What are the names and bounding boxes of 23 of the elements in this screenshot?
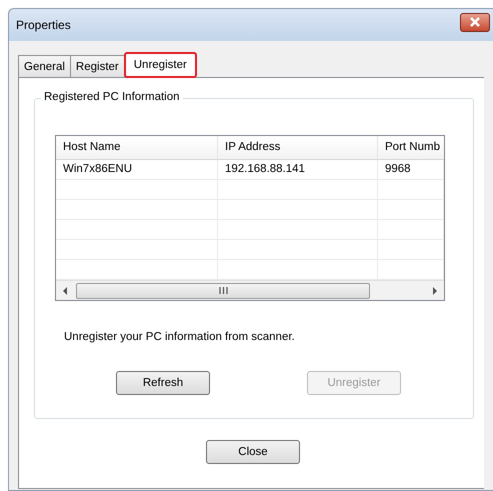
grip-icon — [218, 287, 228, 294]
tab[interactable]: Register — [70, 55, 125, 77]
column-header[interactable]: Host Name — [56, 136, 218, 160]
window-title: Properties — [16, 18, 71, 32]
horizontal-scrollbar[interactable] — [56, 280, 444, 300]
empty-table-cell — [378, 220, 444, 240]
close-icon — [468, 16, 482, 28]
close-dialog-button[interactable]: Close — [206, 440, 300, 464]
tab[interactable]: General — [18, 55, 71, 77]
scrollbar-thumb[interactable] — [76, 282, 370, 298]
table-cell: Win7x86ENU — [63, 163, 132, 175]
empty-table-cell — [378, 200, 444, 220]
table-cell: 9968 — [385, 163, 411, 175]
table-cell: 192.168.88.141 — [225, 163, 305, 175]
close-button[interactable] — [460, 12, 490, 32]
info-text: Unregister your PC information from scanner. — [64, 331, 296, 343]
right-arrow-icon[interactable] — [432, 286, 438, 294]
tab[interactable]: Unregister — [124, 52, 197, 78]
group-title: Registered PC Information — [41, 91, 183, 103]
action-button[interactable]: Refresh — [116, 371, 210, 395]
empty-table-cell — [378, 240, 444, 260]
left-arrow-icon[interactable] — [62, 286, 68, 294]
column-header[interactable]: IP Address — [218, 136, 378, 160]
